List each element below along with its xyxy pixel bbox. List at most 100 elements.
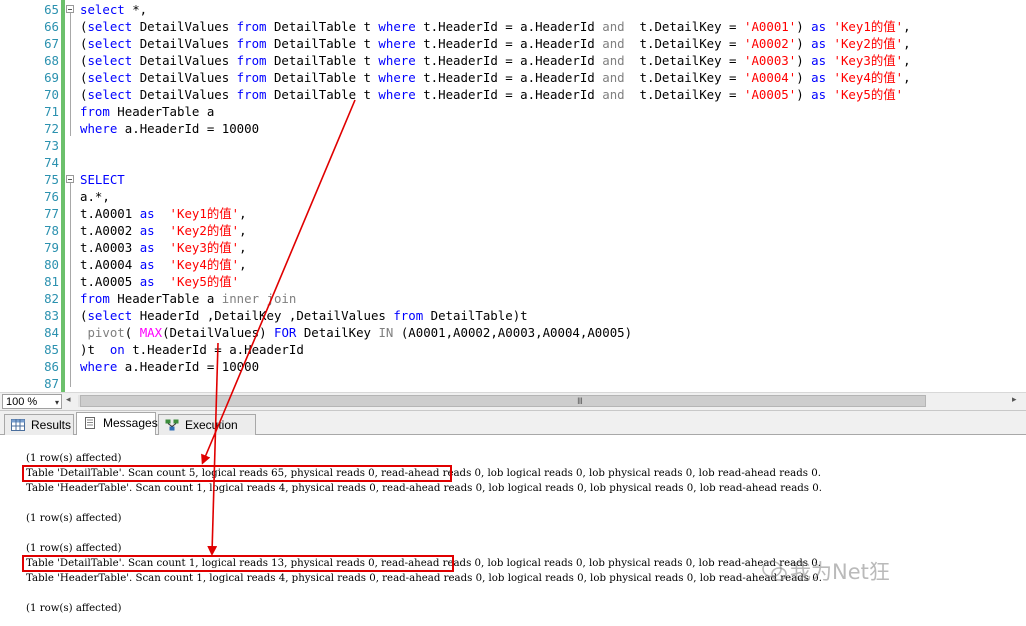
code-token: as [139, 257, 155, 272]
code-token: 'A0005' [743, 87, 797, 102]
code-line[interactable]: 82 from HeaderTable a inner join [0, 290, 1026, 307]
code-token: from [236, 70, 267, 85]
code-text: a.*, [80, 188, 110, 205]
tab-results[interactable]: Results [4, 414, 74, 435]
code-token: where [80, 359, 118, 374]
code-token: t.HeaderId = a.HeaderId [415, 53, 603, 68]
code-token: from [236, 36, 267, 51]
code-line[interactable]: 86 where a.HeaderId = 10000 [0, 358, 1026, 375]
code-token: a.HeaderId = 10000 [117, 121, 260, 136]
code-token: 'A0002' [743, 36, 797, 51]
zoom-select[interactable]: 100 % ▾ [2, 394, 62, 409]
code-line[interactable]: 79 t.A0003 as 'Key3的值', [0, 239, 1026, 256]
code-token: t.HeaderId = a.HeaderId [415, 70, 603, 85]
code-token: from [236, 53, 267, 68]
code-text: (select DetailValues from DetailTable t … [80, 52, 911, 69]
scroll-right-icon[interactable]: ▸ [1012, 395, 1017, 405]
code-line[interactable]: 81 t.A0005 as 'Key5的值' [0, 273, 1026, 290]
line-number: 75 [44, 172, 59, 187]
code-token: DetailTable)t [423, 308, 528, 323]
code-line[interactable]: 80 t.A0004 as 'Key4的值', [0, 256, 1026, 273]
sql-editor[interactable]: 65 select *, 66 (select DetailValues from D… [0, 0, 1026, 392]
code-token: as [139, 240, 155, 255]
code-token: 'Key4的值' [169, 257, 240, 272]
code-token: where [378, 36, 416, 51]
code-token: DetailKey [296, 325, 379, 340]
code-token: ( [124, 325, 140, 340]
code-token: select [87, 19, 133, 34]
code-line[interactable]: 78 t.A0002 as 'Key2的值', [0, 222, 1026, 239]
code-token: where [378, 87, 416, 102]
code-token: t.A0005 [80, 274, 140, 289]
messages-pane[interactable]: (1 row(s) affected) Table 'DetailTable'.… [0, 435, 1026, 626]
code-token: ) [796, 19, 812, 34]
code-line[interactable]: 68 (select DetailValues from DetailTable … [0, 52, 1026, 69]
code-token: 'Key5的值' [169, 274, 240, 289]
code-token: t.DetailKey = [624, 36, 744, 51]
code-token: DetailValues [132, 53, 237, 68]
code-token: t.HeaderId = a.HeaderId [415, 36, 603, 51]
code-text: )t on t.HeaderId = a.HeaderId [80, 341, 304, 358]
message-line: (1 row(s) affected) [26, 603, 122, 614]
code-line[interactable]: 87 [0, 375, 1026, 392]
code-text: (select HeaderId ,DetailKey ,DetailValue… [80, 307, 528, 324]
code-line[interactable]: 73 [0, 137, 1026, 154]
line-number: 84 [44, 325, 59, 340]
code-token: t.A0003 [80, 240, 140, 255]
grid-icon [11, 419, 25, 431]
line-number: 83 [44, 308, 59, 323]
code-line[interactable]: 74 [0, 154, 1026, 171]
line-number: 73 [44, 138, 59, 153]
code-token: 'A0004' [743, 70, 797, 85]
code-token: , [903, 70, 911, 85]
line-number: 79 [44, 240, 59, 255]
code-text: t.A0005 as 'Key5的值' [80, 273, 239, 290]
code-line[interactable]: 71 from HeaderTable a [0, 103, 1026, 120]
code-token: t.HeaderId = a.HeaderId [415, 87, 603, 102]
code-token: HeaderTable a [109, 291, 222, 306]
code-line[interactable]: 69 (select DetailValues from DetailTable … [0, 69, 1026, 86]
code-token: (A0001,A0002,A0003,A0004,A0005) [393, 325, 633, 340]
code-line[interactable]: 66 (select DetailValues from DetailTable … [0, 18, 1026, 35]
code-token: *, [124, 2, 148, 17]
code-text: (select DetailValues from DetailTable t … [80, 35, 911, 52]
code-token: select [87, 87, 133, 102]
code-line[interactable]: 76 a.*, [0, 188, 1026, 205]
line-number: 80 [44, 257, 59, 272]
line-number: 65 [44, 2, 59, 17]
code-line[interactable]: 83 (select HeaderId ,DetailKey ,DetailVal… [0, 307, 1026, 324]
code-line[interactable]: 85)t on t.HeaderId = a.HeaderId [0, 341, 1026, 358]
code-token: )t [80, 342, 110, 357]
code-text: (select DetailValues from DetailTable t … [80, 86, 903, 103]
collapse-icon[interactable] [66, 5, 74, 13]
code-line[interactable]: 70 (select DetailValues from DetailTable … [0, 86, 1026, 103]
tab-messages[interactable]: Messages [76, 412, 158, 435]
tab-execution-plan[interactable]: Execution plan [158, 414, 256, 452]
code-token: 'A0003' [743, 53, 797, 68]
code-token: t.DetailKey = [624, 70, 744, 85]
code-token: ) [796, 70, 812, 85]
code-token: and [602, 36, 625, 51]
code-line[interactable]: 67 (select DetailValues from DetailTable … [0, 35, 1026, 52]
line-number: 68 [44, 53, 59, 68]
document-icon [85, 417, 95, 429]
collapse-icon[interactable] [66, 175, 74, 183]
message-line: Table 'HeaderTable'. Scan count 1, logic… [26, 483, 822, 494]
code-token: 'Key1的值' [833, 19, 904, 34]
horizontal-scrollbar-thumb[interactable]: III [80, 395, 926, 407]
code-token: ) [796, 87, 812, 102]
message-line: (1 row(s) affected) [26, 543, 122, 554]
code-line[interactable]: 75 SELECT [0, 171, 1026, 188]
code-token: , [239, 206, 247, 221]
scroll-left-icon[interactable]: ◂ [66, 395, 71, 405]
code-line[interactable]: 77 t.A0001 as 'Key1的值', [0, 205, 1026, 222]
code-token: as [139, 206, 155, 221]
code-line[interactable]: 65 select *, [0, 1, 1026, 18]
code-text: select *, [80, 1, 147, 18]
code-token: DetailValues [132, 19, 237, 34]
code-line[interactable]: 84 pivot( MAX(DetailValues) FOR DetailKe… [0, 324, 1026, 341]
code-line[interactable]: 72 where a.HeaderId = 10000 [0, 120, 1026, 137]
code-token: 'Key3的值' [833, 53, 904, 68]
